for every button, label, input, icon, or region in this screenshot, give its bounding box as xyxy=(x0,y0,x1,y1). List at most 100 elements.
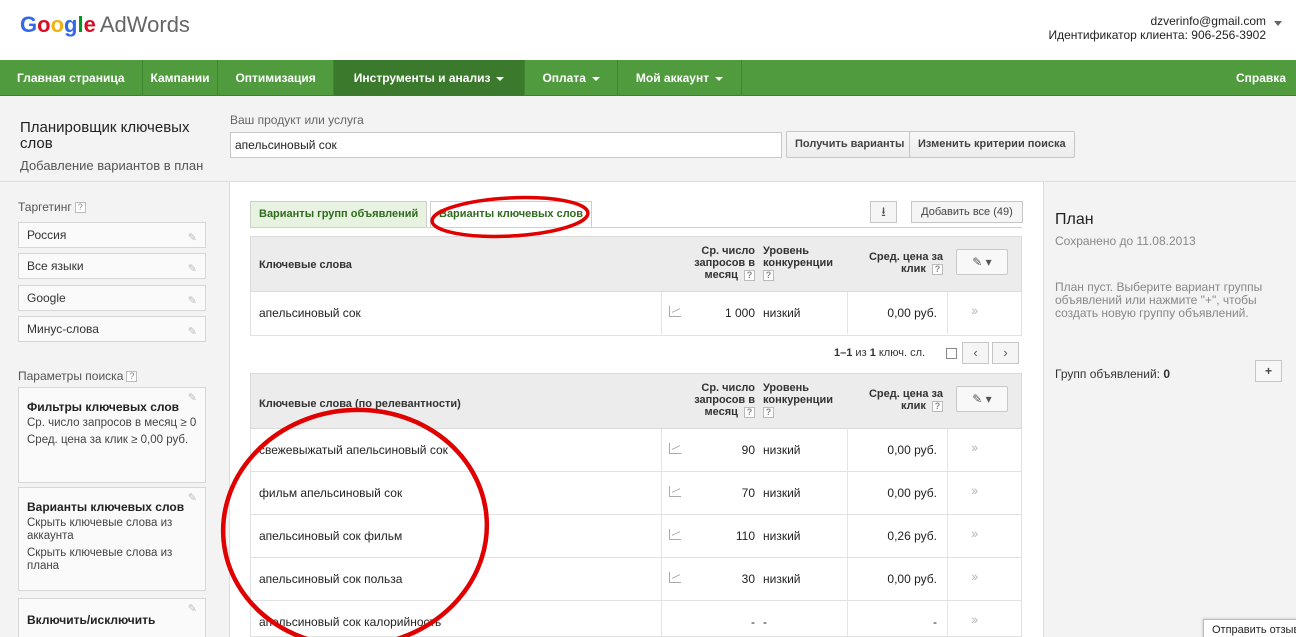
help-icon[interactable]: ? xyxy=(932,400,943,412)
help-icon[interactable]: ? xyxy=(932,263,943,275)
tab-keyword-ideas[interactable]: Варианты ключевых слов xyxy=(430,201,593,228)
searches-cell: 70 xyxy=(741,486,755,500)
col-keywords-relevance[interactable]: Ключевые слова (по релевантности) xyxy=(259,398,461,410)
column-edit-button[interactable]: ✎ ▾ xyxy=(956,249,1008,275)
keyword-options-card[interactable]: ✎ Варианты ключевых слов Скрыть ключевые… xyxy=(18,487,206,591)
include-exclude-card[interactable]: ✎ Включить/исключить xyxy=(18,598,206,637)
add-to-plan-icon[interactable]: ›› xyxy=(971,302,978,318)
chevron-right-icon: › xyxy=(1003,345,1008,360)
cell-divider xyxy=(661,292,662,334)
prev-page-button[interactable]: ‹ xyxy=(962,342,989,364)
nav-my-account[interactable]: Мой аккаунт xyxy=(618,60,743,96)
next-page-button[interactable]: › xyxy=(992,342,1019,364)
option-hide-account: Скрыть ключевые слова из аккаунта xyxy=(27,517,173,542)
add-adgroup-button[interactable]: + xyxy=(1255,360,1282,382)
pager-dropdown[interactable] xyxy=(946,348,957,359)
nav-optimization[interactable]: Оптимизация xyxy=(218,60,334,96)
col-cpc[interactable]: Сред. цена за клик ? xyxy=(853,251,943,275)
account-info[interactable]: dzverinfo@gmail.com Идентификатор клиент… xyxy=(1049,14,1267,42)
plan-panel xyxy=(1043,182,1296,637)
add-to-plan-icon[interactable]: ›› xyxy=(971,525,978,541)
keyword-cell: апельсиновый сок калорийность xyxy=(259,615,442,629)
table-row[interactable]: апельсиновый сок 1 000 низкий 0,00 руб. … xyxy=(250,292,1022,336)
account-caret-icon[interactable] xyxy=(1274,21,1282,26)
option-hide-plan: Скрыть ключевые слова из плана xyxy=(27,547,173,572)
add-to-plan-icon[interactable]: ›› xyxy=(971,482,978,498)
add-to-plan-icon[interactable]: ›› xyxy=(971,568,978,584)
col-cpc[interactable]: Сред. цена за клик ? xyxy=(853,388,943,412)
table-row[interactable]: фильм апельсиновый сок 70 низкий 0,00 ру… xyxy=(250,472,1022,515)
col-keywords[interactable]: Ключевые слова xyxy=(259,259,352,271)
keyword-cell: фильм апельсиновый сок xyxy=(259,486,403,500)
get-ideas-button[interactable]: Получить варианты xyxy=(786,131,914,158)
trend-chart-icon[interactable] xyxy=(669,572,681,583)
keyword-filters-card[interactable]: ✎ Фильтры ключевых слов Ср. число запрос… xyxy=(18,387,206,483)
nav-help[interactable]: Справка xyxy=(1236,60,1286,96)
col-searches[interactable]: Ср. число запросов в месяц ? xyxy=(669,245,755,281)
col-competition[interactable]: Уровень конкуренции? xyxy=(763,245,853,281)
table-row[interactable]: апельсиновый сок калорийность - - - ›› xyxy=(250,601,1022,637)
column-edit-button[interactable]: ✎ ▾ xyxy=(956,386,1008,412)
target-language[interactable]: Все языки ✎ xyxy=(18,253,206,279)
target-network[interactable]: Google ✎ xyxy=(18,285,206,311)
cpc-cell: 0,00 руб. xyxy=(887,443,937,457)
include-exclude-title: Включить/исключить xyxy=(27,613,156,627)
keyword-cell: апельсиновый сок xyxy=(259,306,361,320)
cell-divider xyxy=(661,558,662,600)
col-searches[interactable]: Ср. число запросов в месяц ? xyxy=(669,382,755,418)
adwords-logo[interactable]: Google AdWords xyxy=(20,12,190,38)
chevron-left-icon: ‹ xyxy=(973,345,978,360)
download-button[interactable]: ⭳ xyxy=(870,201,897,223)
add-to-plan-icon[interactable]: ›› xyxy=(971,611,978,627)
table-row[interactable]: апельсиновый сок польза 30 низкий 0,00 р… xyxy=(250,558,1022,601)
pencil-icon[interactable]: ✎ xyxy=(188,257,197,281)
chevron-down-icon xyxy=(591,76,600,81)
pencil-icon[interactable]: ✎ xyxy=(188,320,197,344)
plus-icon: + xyxy=(1264,364,1272,378)
product-label: Ваш продукт или услуга xyxy=(230,113,364,127)
pencil-icon[interactable]: ✎ xyxy=(188,226,197,250)
keyword-filters-title: Фильтры ключевых слов xyxy=(27,400,180,414)
nav-campaigns[interactable]: Кампании xyxy=(143,60,219,96)
pencil-icon: ✎ xyxy=(972,392,983,406)
trend-chart-icon[interactable] xyxy=(669,486,681,497)
pencil-icon[interactable]: ✎ xyxy=(188,289,197,313)
product-name: AdWords xyxy=(99,12,190,37)
trend-chart-icon[interactable] xyxy=(669,443,681,454)
help-icon[interactable]: ? xyxy=(763,269,774,281)
plan-groups-count: Групп объявлений: 0 xyxy=(1055,367,1171,381)
cell-divider xyxy=(661,515,662,557)
change-criteria-button[interactable]: Изменить критерии поиска xyxy=(909,131,1075,158)
col-competition[interactable]: Уровень конкуренции? xyxy=(763,382,853,418)
nav-billing[interactable]: Оплата xyxy=(525,60,618,96)
trend-chart-icon[interactable] xyxy=(669,529,681,540)
help-icon[interactable]: ? xyxy=(74,202,86,214)
help-icon[interactable]: ? xyxy=(763,406,774,418)
help-icon[interactable]: ? xyxy=(744,269,755,281)
filter-searches: Ср. число запросов в месяц ≥ 0 xyxy=(27,417,197,429)
tab-adgroup-ideas[interactable]: Варианты групп объявлений xyxy=(250,201,428,228)
nav-tools[interactable]: Инструменты и анализ xyxy=(333,60,526,96)
tab-divider xyxy=(250,227,1022,228)
trend-chart-icon[interactable] xyxy=(669,306,681,317)
cpc-cell: 0,00 руб. xyxy=(887,306,937,320)
target-location[interactable]: Россия ✎ xyxy=(18,222,206,248)
pencil-icon: ✎ xyxy=(972,255,983,269)
pencil-icon[interactable]: ✎ xyxy=(188,391,197,404)
feedback-button[interactable]: Отправить отзыв xyxy=(1203,619,1296,637)
pencil-icon[interactable]: ✎ xyxy=(188,491,197,504)
help-icon[interactable]: ? xyxy=(744,406,755,418)
product-input[interactable] xyxy=(230,132,782,158)
cell-divider xyxy=(947,515,948,557)
table-row[interactable]: апельсиновый сок фильм 110 низкий 0,26 р… xyxy=(250,515,1022,558)
add-all-button[interactable]: Добавить все (49) xyxy=(911,201,1023,223)
keyword-cell: свежевыжатый апельсиновый сок xyxy=(259,443,448,457)
pencil-icon[interactable]: ✎ xyxy=(188,602,197,615)
keyword-cell: апельсиновый сок фильм xyxy=(259,529,403,543)
add-to-plan-icon[interactable]: ›› xyxy=(971,439,978,455)
cell-divider xyxy=(847,292,848,334)
nav-home[interactable]: Главная страница xyxy=(0,60,143,96)
help-icon[interactable]: ? xyxy=(126,371,138,383)
table-row[interactable]: свежевыжатый апельсиновый сок 90 низкий … xyxy=(250,429,1022,472)
target-negative-keywords[interactable]: Минус-слова ✎ xyxy=(18,316,206,342)
